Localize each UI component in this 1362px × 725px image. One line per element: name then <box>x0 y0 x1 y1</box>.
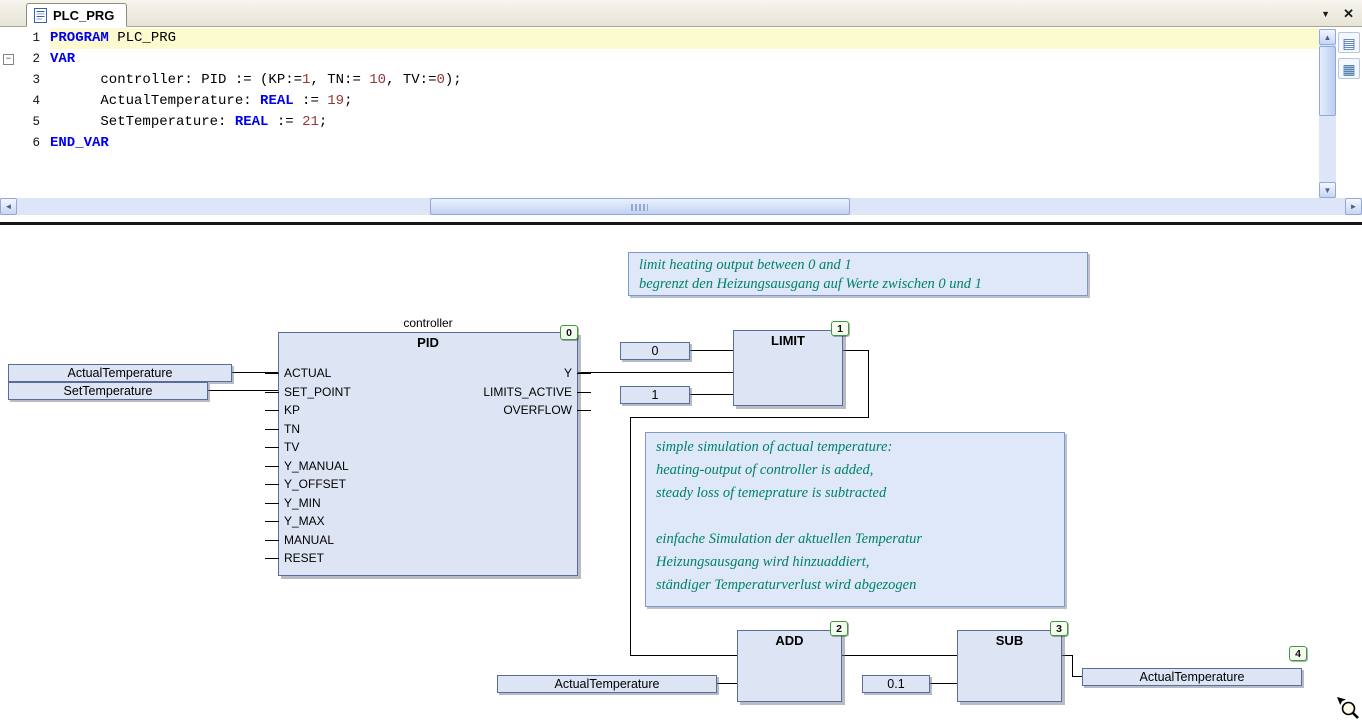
execution-order-badge-3: 3 <box>1050 621 1068 636</box>
wire <box>690 350 733 351</box>
wire <box>690 394 733 395</box>
output-actual-temperature[interactable]: ActualTemperature <box>1082 668 1302 686</box>
pin-out-y: Y <box>564 365 572 382</box>
pin-in-manual: MANUAL <box>284 532 334 549</box>
pid-block[interactable]: PID ACTUAL SET_POINTKP TNTV Y_MANUALY_OFFSE… <box>278 332 578 576</box>
comment-line: steady loss of temeprature is subtracted <box>656 482 1054 505</box>
wire <box>1072 676 1082 677</box>
comment-line: begrenzt den Heizungsausgang auf Werte z… <box>639 275 1077 294</box>
wire <box>578 372 733 373</box>
comment-line: limit heating output between 0 and 1 <box>639 256 1077 275</box>
comment-simulation[interactable]: simple simulation of actual temperature:… <box>645 432 1065 607</box>
magnifier-icon <box>1335 695 1360 720</box>
zoom-button[interactable] <box>1335 695 1360 720</box>
input-set-temperature[interactable]: SetTemperature <box>8 382 208 400</box>
pin-in-y_max: Y_MAX <box>284 513 325 530</box>
pin-in-y_offset: Y_OFFSET <box>284 476 346 493</box>
sub-title: SUB <box>958 633 1061 648</box>
comment-limit[interactable]: limit heating output between 0 and 1begr… <box>628 252 1088 296</box>
pin-in-reset: RESET <box>284 550 324 567</box>
pid-instance-label: controller <box>278 316 578 330</box>
pin-in-y_manual: Y_MANUAL <box>284 458 349 475</box>
limit-title: LIMIT <box>734 333 842 348</box>
input-limit-max[interactable]: 1 <box>620 386 690 404</box>
application-window: PLC_PRG ▼ ✕ 1PROGRAM PLC_PRG2VAR3 contro… <box>0 0 1362 722</box>
add-title: ADD <box>738 633 841 648</box>
pin-in-tv: TV <box>284 439 299 456</box>
execution-order-badge-2: 2 <box>830 621 848 636</box>
input-actual-temperature[interactable]: ActualTemperature <box>8 364 232 382</box>
input-actual-temperature-2[interactable]: ActualTemperature <box>497 675 717 693</box>
input-loss-constant[interactable]: 0.1 <box>862 675 930 693</box>
comment-line <box>656 505 1054 528</box>
execution-order-badge-1: 1 <box>831 321 849 336</box>
input-limit-min[interactable]: 0 <box>620 342 690 360</box>
wire <box>843 350 869 351</box>
add-block[interactable]: ADD <box>737 630 842 702</box>
pin-in-y_min: Y_MIN <box>284 495 321 512</box>
comment-line: heating-output of controller is added, <box>656 459 1054 482</box>
wire <box>630 655 737 656</box>
pin-in-kp: KP <box>284 402 300 419</box>
comment-line: simple simulation of actual temperature: <box>656 436 1054 459</box>
wire <box>630 417 631 656</box>
wire <box>842 655 957 656</box>
wire <box>630 417 869 418</box>
wire <box>930 683 957 684</box>
execution-order-badge-0: 0 <box>560 325 578 340</box>
pin-out-limits_active: LIMITS_ACTIVE <box>483 384 572 401</box>
cfc-editor[interactable]: limit heating output between 0 and 1begr… <box>0 0 1362 722</box>
pin-out-overflow: OVERFLOW <box>503 402 572 419</box>
sub-block[interactable]: SUB <box>957 630 1062 702</box>
pid-title: PID <box>279 335 577 350</box>
comment-line: einfache Simulation der aktuellen Temper… <box>656 528 1054 551</box>
wire <box>1072 655 1073 677</box>
pin-in-tn: TN <box>284 421 300 438</box>
wire <box>717 683 737 684</box>
wire <box>868 350 869 418</box>
comment-line: ständiger Temperaturverlust wird abgezog… <box>656 574 1054 597</box>
execution-order-badge-4: 4 <box>1289 646 1307 661</box>
comment-line: Heizungsausgang wird hinzuaddiert, <box>656 551 1054 574</box>
limit-block[interactable]: LIMIT <box>733 330 843 406</box>
pin-in-actual: ACTUAL <box>284 365 331 382</box>
pin-in-set_point: SET_POINT <box>284 384 351 401</box>
